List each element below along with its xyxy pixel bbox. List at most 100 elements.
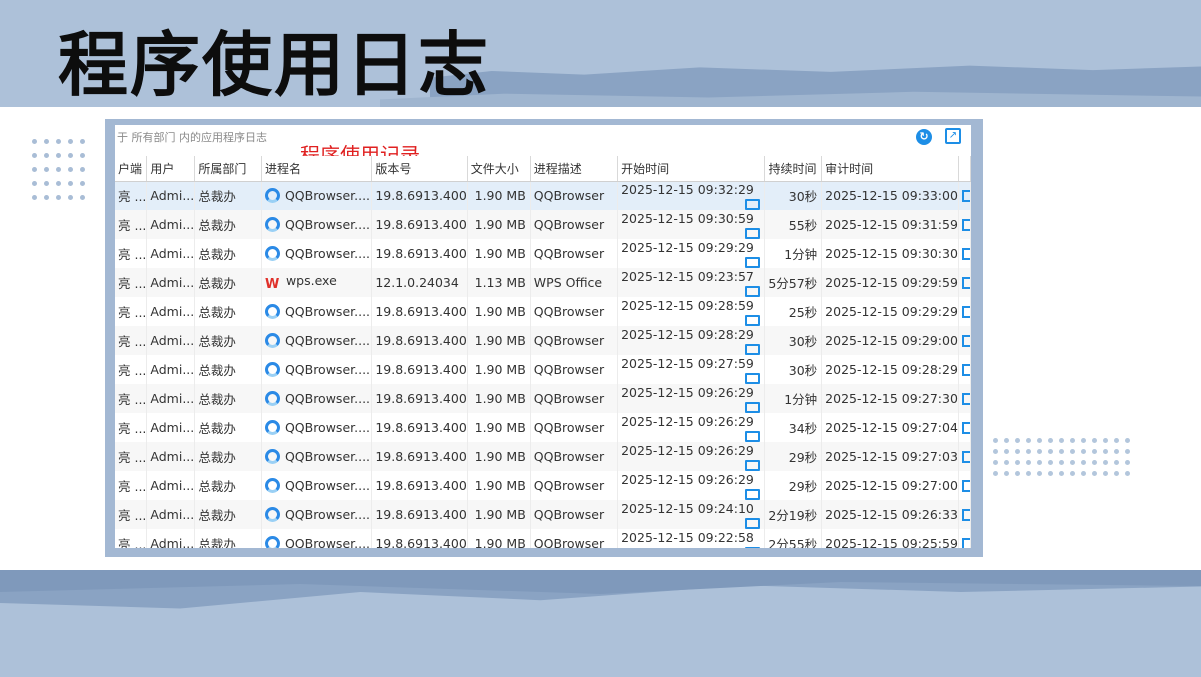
qqbrowser-icon: [264, 304, 280, 319]
desc-text: QQBrowser: [533, 188, 605, 204]
monitor-icon[interactable]: [961, 422, 970, 434]
monitor-icon[interactable]: [745, 488, 761, 500]
dot-decoration: [1059, 449, 1064, 454]
client-text: 亮 ...: [118, 218, 147, 233]
column-header[interactable]: 文件大小: [467, 156, 531, 182]
cell-process: QQBrowser....: [261, 239, 373, 268]
monitor-icon[interactable]: [745, 401, 761, 413]
dot-decoration: [1037, 438, 1042, 443]
monitor-icon[interactable]: [961, 190, 970, 203]
cell-process: QQBrowser....: [261, 297, 373, 326]
client-text: 亮 ...: [118, 537, 147, 548]
table-row[interactable]: 亮 ... Admi... 总裁办 QQBrowser.... 19.8.6913.40…: [115, 355, 971, 384]
cell-duration: 5分57秒: [764, 268, 823, 297]
table-row[interactable]: 亮 ... Admi... 总裁办 QQBrowser.... 19.8.6913.40…: [115, 181, 971, 210]
monitor-icon[interactable]: [745, 546, 761, 548]
monitor-icon[interactable]: [745, 459, 761, 471]
column-header[interactable]: 版本号: [371, 156, 468, 182]
dot-decoration: [1059, 460, 1064, 465]
column-header[interactable]: 进程描述: [530, 156, 619, 182]
table-row[interactable]: 亮 ... Admi... 总裁办 QQBrowser.... 19.8.6913.40…: [115, 326, 971, 355]
export-icon[interactable]: ↗: [945, 128, 961, 144]
cell-duration: 29秒: [764, 442, 823, 471]
monitor-icon[interactable]: [745, 256, 761, 268]
table-row[interactable]: 亮 ... Admi... 总裁办 QQBrowser.... 19.8.6913.40…: [115, 413, 971, 442]
screenshot-frame: 于 所有部门 内的应用程序日志 程序使用记录 ↻ ↗ 户端 用户 所属部门 进程名 版本…: [105, 119, 983, 557]
cell-audit: 2025-12-15 09:27:04: [821, 413, 959, 442]
dept-text: 总裁办: [198, 508, 236, 523]
table-row[interactable]: 亮 ... Admi... 总裁办 QQBrowser.... 19.8.6913.40…: [115, 529, 971, 548]
start-text: 2025-12-15 09:22:58: [621, 529, 754, 545]
column-header[interactable]: 用户: [146, 156, 196, 182]
monitor-icon[interactable]: [745, 517, 761, 529]
monitor-icon[interactable]: [961, 364, 970, 376]
monitor-icon[interactable]: [961, 277, 970, 289]
column-header[interactable]: 开始时间: [617, 156, 766, 182]
audit-text: 2025-12-15 09:27:30: [825, 391, 958, 406]
audit-text: 2025-12-15 09:29:59: [825, 275, 958, 290]
cell-audit: 2025-12-15 09:25:59: [821, 529, 959, 548]
size-text: 1.90 MB: [474, 362, 526, 377]
dot-decoration: [1103, 460, 1108, 465]
cell-duration: 1分钟: [764, 239, 823, 268]
monitor-icon[interactable]: [961, 219, 970, 231]
cell-version: 19.8.6913.400: [371, 500, 468, 529]
table-row[interactable]: 亮 ... Admi... 总裁办 QQBrowser.... 19.8.6913.40…: [115, 442, 971, 471]
monitor-icon[interactable]: [961, 306, 970, 318]
monitor-icon[interactable]: [961, 538, 970, 548]
monitor-icon[interactable]: [745, 285, 761, 297]
cell-user: Admi...: [146, 413, 196, 442]
client-text: 亮 ...: [118, 450, 147, 465]
audit-text: 2025-12-15 09:28:29: [825, 362, 958, 377]
dot-decoration: [44, 153, 49, 158]
table-row[interactable]: 亮 ... Admi... 总裁办 QQBrowser.... 19.8.6913.40…: [115, 297, 971, 326]
cell-dept: 总裁办: [194, 413, 262, 442]
dot-decoration: [1059, 438, 1064, 443]
duration-text: 2分55秒: [768, 537, 818, 548]
audit-text: 2025-12-15 09:27:04: [825, 420, 958, 435]
audit-text: 2025-12-15 09:30:30: [825, 246, 958, 261]
dot-decoration: [32, 181, 37, 186]
monitor-icon[interactable]: [961, 393, 970, 405]
monitor-icon[interactable]: [961, 451, 970, 463]
dept-text: 总裁办: [198, 276, 236, 291]
dot-decoration: [32, 153, 37, 158]
cell-client: 亮 ...: [115, 471, 148, 500]
monitor-icon[interactable]: [745, 343, 761, 355]
table-row[interactable]: 亮 ... Admi... 总裁办 Wwps.exe 12.1.0.24034 1.13 …: [115, 268, 971, 297]
monitor-icon[interactable]: [961, 509, 970, 521]
table-row[interactable]: 亮 ... Admi... 总裁办 QQBrowser.... 19.8.6913.40…: [115, 500, 971, 529]
monitor-icon[interactable]: [745, 227, 761, 239]
cell-client: 亮 ...: [115, 384, 148, 413]
version-text: 19.8.6913.400: [375, 449, 467, 464]
process-text: QQBrowser....: [284, 246, 371, 261]
column-header[interactable]: 持续时间: [764, 156, 823, 182]
monitor-icon[interactable]: [745, 198, 761, 210]
cell-user: Admi...: [146, 384, 196, 413]
monitor-icon[interactable]: [745, 314, 761, 326]
monitor-icon[interactable]: [961, 480, 970, 492]
audit-text: 2025-12-15 09:27:03: [825, 449, 958, 464]
refresh-icon[interactable]: ↻: [916, 129, 932, 145]
monitor-icon[interactable]: [961, 248, 970, 260]
table-row[interactable]: 亮 ... Admi... 总裁办 QQBrowser.... 19.8.6913.40…: [115, 384, 971, 413]
column-header[interactable]: 进程名: [261, 156, 373, 182]
monitor-icon[interactable]: [745, 372, 761, 384]
column-header[interactable]: 户端: [115, 156, 148, 182]
table-row[interactable]: 亮 ... Admi... 总裁办 QQBrowser.... 19.8.6913.40…: [115, 471, 971, 500]
size-text: 1.90 MB: [474, 391, 526, 406]
cell-size: 1.90 MB: [467, 529, 531, 548]
column-header[interactable]: 审计时间: [821, 156, 959, 182]
table-row[interactable]: 亮 ... Admi... 总裁办 QQBrowser.... 19.8.6913.40…: [115, 239, 971, 268]
cell-desc: QQBrowser: [530, 239, 619, 268]
monitor-icon[interactable]: [961, 335, 970, 347]
qqbrowser-icon: [264, 333, 280, 348]
table-row[interactable]: 亮 ... Admi... 总裁办 QQBrowser.... 19.8.6913.40…: [115, 210, 971, 239]
start-text: 2025-12-15 09:27:59: [621, 355, 754, 371]
monitor-icon[interactable]: [745, 430, 761, 442]
column-header[interactable]: 所属部门: [194, 156, 262, 182]
dot-decoration: [1125, 460, 1130, 465]
dot-decoration: [1015, 460, 1020, 465]
size-text: 1.90 MB: [474, 188, 526, 204]
cell-desc: QQBrowser: [530, 413, 619, 442]
